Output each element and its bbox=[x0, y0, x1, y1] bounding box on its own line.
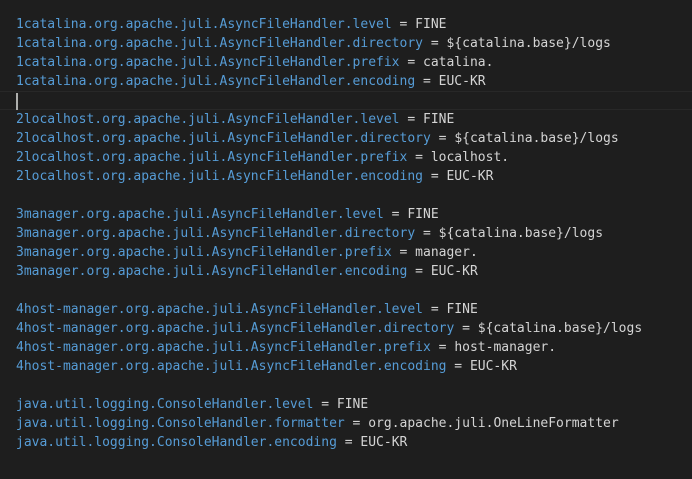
property-key: 1catalina.org.apache.juli.AsyncFileHandl… bbox=[16, 17, 392, 32]
property-value: ${catalina.base}/logs bbox=[454, 131, 619, 146]
code-line[interactable]: 2localhost.org.apache.juli.AsyncFileHand… bbox=[16, 129, 692, 148]
empty-line[interactable] bbox=[16, 376, 692, 395]
property-key: 2localhost.org.apache.juli.AsyncFileHand… bbox=[16, 169, 423, 184]
property-key: java.util.logging.ConsoleHandler.encodin… bbox=[16, 435, 337, 450]
property-value: EUC-KR bbox=[446, 169, 494, 184]
code-line[interactable]: 2localhost.org.apache.juli.AsyncFileHand… bbox=[16, 110, 692, 129]
property-key: 1catalina.org.apache.juli.AsyncFileHandl… bbox=[16, 36, 423, 51]
property-key: 2localhost.org.apache.juli.AsyncFileHand… bbox=[16, 150, 408, 165]
equals-operator: = bbox=[313, 397, 337, 412]
code-line[interactable]: 1catalina.org.apache.juli.AsyncFileHandl… bbox=[16, 15, 692, 34]
current-line[interactable] bbox=[0, 91, 692, 110]
property-key: 3manager.org.apache.juli.AsyncFileHandle… bbox=[16, 226, 416, 241]
equals-operator: = bbox=[407, 264, 431, 279]
property-key: 2localhost.org.apache.juli.AsyncFileHand… bbox=[16, 131, 431, 146]
property-key: 3manager.org.apache.juli.AsyncFileHandle… bbox=[16, 245, 392, 260]
equals-operator: = bbox=[391, 245, 416, 260]
property-key: 1catalina.org.apache.juli.AsyncFileHandl… bbox=[16, 74, 416, 89]
property-key: 4host-manager.org.apache.juli.AsyncFileH… bbox=[16, 321, 455, 336]
property-value: EUC-KR bbox=[438, 74, 486, 89]
property-key: java.util.logging.ConsoleHandler.formatt… bbox=[16, 416, 345, 431]
property-value: FINE bbox=[415, 17, 447, 32]
code-line[interactable]: 3manager.org.apache.juli.AsyncFileHandle… bbox=[16, 205, 692, 224]
code-line[interactable]: 1catalina.org.apache.juli.AsyncFileHandl… bbox=[16, 34, 692, 53]
equals-operator: = bbox=[415, 74, 439, 89]
code-editor[interactable]: 1catalina.org.apache.juli.AsyncFileHandl… bbox=[0, 0, 692, 479]
equals-operator: = bbox=[407, 150, 431, 165]
property-key: 2localhost.org.apache.juli.AsyncFileHand… bbox=[16, 112, 400, 127]
property-value: org.apache.juli.OneLineFormatter bbox=[368, 416, 619, 431]
property-value: FINE bbox=[423, 112, 455, 127]
code-line[interactable]: 4host-manager.org.apache.juli.AsyncFileH… bbox=[16, 319, 692, 338]
equals-operator: = bbox=[423, 169, 447, 184]
equals-operator: = bbox=[399, 112, 423, 127]
property-value: FINE bbox=[407, 207, 439, 222]
code-line[interactable]: 1catalina.org.apache.juli.AsyncFileHandl… bbox=[16, 72, 692, 91]
code-line[interactable]: 3manager.org.apache.juli.AsyncFileHandle… bbox=[16, 243, 692, 262]
equals-operator: = bbox=[344, 416, 369, 431]
equals-operator: = bbox=[399, 55, 423, 70]
property-value: FINE bbox=[446, 302, 478, 317]
code-line[interactable]: 2localhost.org.apache.juli.AsyncFileHand… bbox=[16, 167, 692, 186]
equals-operator: = bbox=[430, 340, 455, 355]
property-value: ${catalina.base}/logs bbox=[477, 321, 643, 336]
equals-operator: = bbox=[454, 321, 478, 336]
code-line[interactable]: 1catalina.org.apache.juli.AsyncFileHandl… bbox=[16, 53, 692, 72]
code-line[interactable]: 4host-manager.org.apache.juli.AsyncFileH… bbox=[16, 338, 692, 357]
property-value: ${catalina.base}/logs bbox=[438, 226, 604, 241]
property-value: catalina. bbox=[423, 55, 494, 70]
property-key: java.util.logging.ConsoleHandler.level bbox=[16, 397, 314, 412]
code-line[interactable]: 4host-manager.org.apache.juli.AsyncFileH… bbox=[16, 357, 692, 376]
code-lines[interactable]: 1catalina.org.apache.juli.AsyncFileHandl… bbox=[0, 15, 692, 452]
equals-operator: = bbox=[423, 36, 447, 51]
property-value: ${catalina.base}/logs bbox=[446, 36, 611, 51]
equals-operator: = bbox=[415, 226, 439, 241]
code-line[interactable]: 3manager.org.apache.juli.AsyncFileHandle… bbox=[16, 224, 692, 243]
property-value: EUC-KR bbox=[360, 435, 408, 450]
code-line[interactable]: java.util.logging.ConsoleHandler.encodin… bbox=[16, 433, 692, 452]
property-value: manager. bbox=[415, 245, 478, 260]
property-key: 4host-manager.org.apache.juli.AsyncFileH… bbox=[16, 302, 423, 317]
code-line[interactable]: java.util.logging.ConsoleHandler.formatt… bbox=[16, 414, 692, 433]
property-key: 4host-manager.org.apache.juli.AsyncFileH… bbox=[16, 359, 447, 374]
property-value: EUC-KR bbox=[469, 359, 517, 374]
code-line[interactable]: 2localhost.org.apache.juli.AsyncFileHand… bbox=[16, 148, 692, 167]
property-value: host-manager. bbox=[454, 340, 557, 355]
code-line[interactable]: 3manager.org.apache.juli.AsyncFileHandle… bbox=[16, 262, 692, 281]
property-key: 3manager.org.apache.juli.AsyncFileHandle… bbox=[16, 207, 384, 222]
equals-operator: = bbox=[383, 207, 408, 222]
equals-operator: = bbox=[336, 435, 361, 450]
empty-line[interactable] bbox=[16, 281, 692, 300]
property-key: 3manager.org.apache.juli.AsyncFileHandle… bbox=[16, 264, 408, 279]
equals-operator: = bbox=[446, 359, 470, 374]
property-key: 4host-manager.org.apache.juli.AsyncFileH… bbox=[16, 340, 431, 355]
property-key: 1catalina.org.apache.juli.AsyncFileHandl… bbox=[16, 55, 400, 70]
equals-operator: = bbox=[430, 131, 455, 146]
equals-operator: = bbox=[423, 302, 447, 317]
property-value: localhost. bbox=[430, 150, 510, 165]
property-value: EUC-KR bbox=[430, 264, 478, 279]
property-value: FINE bbox=[336, 397, 369, 412]
equals-operator: = bbox=[391, 17, 416, 32]
code-line[interactable]: java.util.logging.ConsoleHandler.level =… bbox=[16, 395, 692, 414]
empty-line[interactable] bbox=[16, 186, 692, 205]
code-line[interactable]: 4host-manager.org.apache.juli.AsyncFileH… bbox=[16, 300, 692, 319]
text-cursor bbox=[16, 93, 18, 110]
